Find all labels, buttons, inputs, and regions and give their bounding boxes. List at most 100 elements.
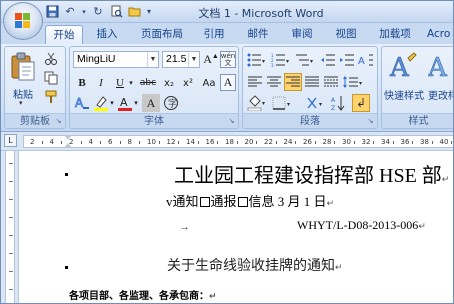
font-group-label: 字体 [70,113,238,128]
tab-insert[interactable]: 插入 [91,25,123,44]
multilevel-list-button[interactable]: ▾ [294,51,316,69]
italic-button[interactable]: I [92,74,110,92]
numbering-button[interactable]: 1 2 3 ▾ [270,51,292,69]
copy-button[interactable] [42,69,60,87]
xinxi-checkbox[interactable] [237,197,248,207]
tongbao-checkbox[interactable] [199,197,210,207]
tab-acrobat[interactable]: Acro [427,25,453,44]
ruler-tick [451,141,453,144]
document-area[interactable]: 工业园工程建设指挥部 HSE 部↵ v通知 通报 信息 3 月 1 日↵ → WHY… [1,151,453,303]
vertical-ruler-bar[interactable] [5,151,15,303]
document-heading[interactable]: 工业园工程建设指挥部 HSE 部↵ [174,159,449,188]
align-center-button[interactable] [265,73,283,91]
tab-page-layout[interactable]: 页面布局 [135,25,189,44]
line-spacing-button[interactable]: ▾ [341,73,365,91]
styles-group-label: 样式 [382,113,453,128]
font-name-value: MingLiU [77,53,116,65]
ruler-number: 2 [30,138,35,146]
superscript-button[interactable]: x² [179,74,197,92]
svg-text:A: A [358,56,365,67]
tab-mailings[interactable]: 邮件 [243,25,273,44]
phonetic-guide-button[interactable]: wén 文 [220,51,236,68]
underline-dropdown-icon[interactable]: ▾ [127,74,135,92]
undo-icon[interactable]: ↶ [63,5,77,19]
save-icon[interactable] [45,5,59,19]
shading-button[interactable]: ▾ [246,94,268,112]
document-recipients[interactable]: 各项目部、各监理、各承包商：↵ [69,287,217,302]
cut-button[interactable] [42,50,60,68]
print-preview-icon[interactable] [109,5,123,19]
ruler-number: 16 [205,138,215,146]
change-case-button[interactable]: Aa [198,74,220,92]
align-right-button[interactable] [284,73,302,91]
scissors-icon [45,52,57,65]
ruler-tick [256,141,258,144]
paragraph-launcher-icon[interactable]: ↘ [366,117,375,126]
ruler-tick [334,141,336,144]
tab-review[interactable]: 审阅 [287,25,317,44]
change-styles-button[interactable]: A 更改样式 [426,50,453,110]
character-shading-button[interactable]: A [142,94,160,112]
font-name-select[interactable]: MingLiU ▼ [73,51,159,68]
customize-qat-icon[interactable]: ▾ [145,5,153,19]
distributed-button[interactable] [322,73,340,91]
character-border-button[interactable]: A [220,74,236,91]
paste-button[interactable]: 粘贴 ▾ [8,50,38,110]
font-size-value: 21.5 [166,53,187,65]
increase-indent-button[interactable] [338,51,356,69]
change-styles-icon: A [428,53,448,82]
hanging-indent-marker[interactable] [64,143,72,148]
tab-view[interactable]: 视图 [331,25,361,44]
document-subject[interactable]: 关于生命线验收挂牌的通知↵ [167,255,343,275]
tab-references[interactable]: 引用 [199,25,229,44]
ruler-tick [373,141,375,144]
bold-button[interactable]: B [73,74,91,92]
font-launcher-icon[interactable]: ↘ [227,117,236,126]
dropdown-small-icon[interactable]: ▾ [81,5,87,19]
multilevel-list-icon: ▾ [296,54,313,66]
ruler-number: 28 [322,138,332,146]
format-painter-button[interactable] [42,88,60,106]
grow-font-button[interactable]: A▲ [203,51,219,68]
notice-type-line[interactable]: v通知 通报 信息 3 月 1 日↵ [166,191,334,210]
strikethrough-button[interactable]: abc [137,74,159,92]
highlight-dropdown-icon[interactable]: ▾ [108,94,116,112]
text-effects-button[interactable]: A [73,94,91,112]
show-formatting-marks-button[interactable]: ↲ [352,94,370,112]
text-effects-icon: A [75,96,89,110]
open-folder-icon[interactable] [127,5,141,19]
office-button[interactable] [3,2,43,40]
ruler-bar[interactable]: 2 4 2 4 6 8 10 12 14 16 18 20 22 24 26 28 30 32 34 36 38 40 [23,135,453,148]
ruler-number: 12 [166,138,176,146]
chinese-layout-button[interactable]: A [357,51,375,69]
borders-button[interactable]: ▾ [271,94,293,112]
clipboard-launcher-icon[interactable]: ↘ [54,117,63,126]
sort-button[interactable]: AZ [330,94,348,112]
sort-chinese-button[interactable]: ▾ [305,94,327,112]
redo-icon[interactable]: ↻ [91,5,105,19]
quick-styles-button[interactable]: A 快速样式 [384,50,424,110]
subscript-button[interactable]: x₂ [160,74,178,92]
document-number[interactable]: WHYT/L-D08-2013-006↵ [297,218,426,233]
decrease-indent-button[interactable] [319,51,337,69]
font-color-dropdown-icon[interactable]: ▾ [132,94,140,112]
svg-text:A: A [428,53,448,82]
paste-label: 粘贴 [13,90,33,101]
tab-addins[interactable]: 加载项 [375,25,415,44]
paragraph-mark: ↵ [441,174,450,184]
first-line-indent-marker[interactable] [64,135,72,140]
quick-styles-label: 快速样式 [384,91,424,102]
bullets-icon: ▾ [247,53,265,67]
bullets-button[interactable]: ▾ [246,51,268,69]
justify-button[interactable] [303,73,321,91]
tongbao-label: 通报 [210,194,237,209]
align-left-button[interactable] [246,73,264,91]
vruler-tick [9,289,13,290]
font-size-select[interactable]: 21.5 ▼ [162,51,200,68]
paragraph-group: ▾ 1 2 3 ▾ ▾ A ▾ ▾ ▾ ▾ A Z ↲ 段落 ↘ [242,46,378,129]
window-title: 文档 1 - Microsoft Word [198,7,324,20]
tab-selector-icon[interactable]: L [4,134,17,147]
enclose-characters-button[interactable]: 字 [162,94,180,112]
heading-text: 工业园工程建设指挥部 HSE 部 [174,165,442,187]
tab-home[interactable]: 开始 [45,25,83,44]
